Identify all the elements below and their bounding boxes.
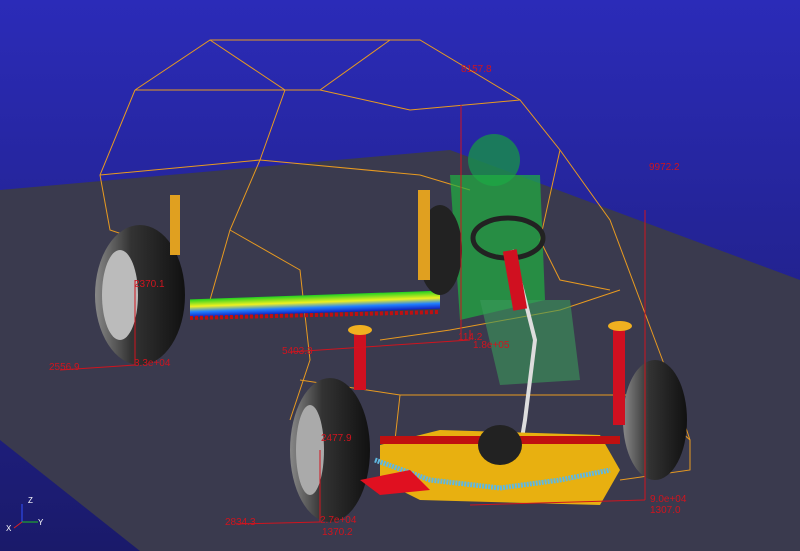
force-label: 2556.9 bbox=[49, 362, 80, 373]
front-right-strut-top bbox=[608, 321, 632, 331]
force-label: 2477.9 bbox=[321, 433, 352, 444]
force-label: 5403.3 bbox=[282, 346, 313, 357]
front-right-strut bbox=[613, 325, 625, 425]
force-label: 3.3e+04 bbox=[134, 358, 171, 369]
force-label: 2370.1 bbox=[134, 279, 165, 290]
force-label: 9.0e+04 bbox=[650, 494, 687, 505]
rear-left-rim bbox=[102, 250, 138, 340]
axis-z-label: Z bbox=[28, 496, 33, 505]
occupant-torso bbox=[450, 175, 545, 320]
force-label: 2.7e+04 bbox=[320, 515, 357, 526]
force-label: 1307.0 bbox=[650, 505, 681, 516]
front-right-tire bbox=[623, 360, 687, 480]
rear-left-damper bbox=[170, 195, 180, 255]
force-label: 8157.8 bbox=[461, 64, 492, 75]
3d-viewport[interactable] bbox=[0, 0, 800, 551]
front-left-strut bbox=[354, 330, 366, 390]
axis-x-label: X bbox=[6, 524, 12, 533]
force-label: 2834.3 bbox=[225, 517, 256, 528]
force-label: 9972.2 bbox=[649, 162, 680, 173]
axis-y-label: Y bbox=[38, 518, 44, 527]
rack-housing bbox=[478, 425, 522, 465]
force-label: 1.8e+05 bbox=[473, 340, 510, 351]
front-left-strut-top bbox=[348, 325, 372, 335]
rear-right-damper bbox=[418, 190, 430, 280]
force-label: 1370.2 bbox=[322, 527, 353, 538]
